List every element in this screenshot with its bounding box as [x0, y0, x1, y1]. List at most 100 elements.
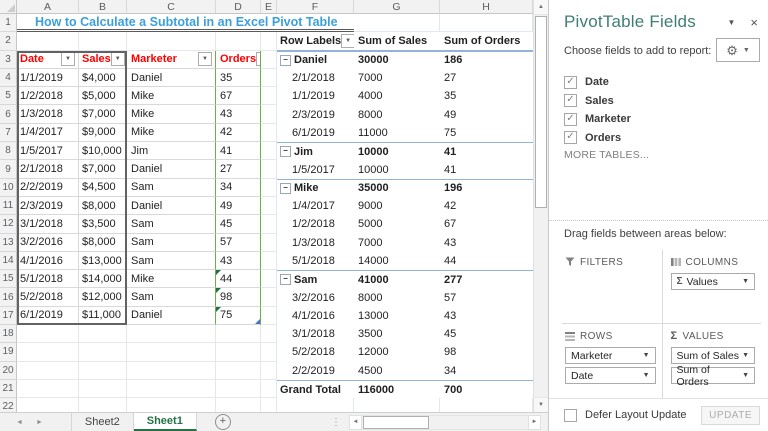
cell-A12[interactable]: 3/1/2018 [17, 215, 79, 234]
area-field-sum-of-orders[interactable]: Sum of Orders ▼ [670, 364, 755, 388]
cell-B15[interactable]: $14,000 [79, 270, 127, 289]
cell-B3[interactable]: Sales ▼ [79, 50, 127, 69]
cell-F17[interactable]: 4/1/2016 [277, 306, 354, 326]
cell-E17[interactable] [261, 306, 277, 326]
col-header-G[interactable]: G [354, 0, 440, 14]
cell-A6[interactable]: 1/3/2018 [17, 105, 79, 124]
cell-A3[interactable]: Date ▼ [17, 50, 79, 69]
cell-C19[interactable] [127, 343, 216, 362]
cell-B2[interactable] [79, 32, 127, 51]
col-header-C[interactable]: C [127, 0, 216, 14]
cell-B16[interactable]: $12,000 [79, 288, 127, 307]
cell-A4[interactable]: 1/1/2019 [17, 68, 79, 88]
cell-D8[interactable]: 41 [216, 142, 261, 161]
cell-D3[interactable]: Orders▼ [216, 50, 261, 69]
cell-D7[interactable]: 42 [216, 123, 261, 143]
chevron-down-icon[interactable]: ▼ [742, 352, 749, 359]
cell-F9[interactable]: 1/5/2017 [277, 160, 354, 179]
cell-G14[interactable]: 14000 [354, 251, 440, 271]
row-header-9[interactable]: 9 [0, 160, 17, 179]
col-header-H[interactable]: H [440, 0, 533, 14]
new-sheet-button[interactable]: + [214, 414, 231, 430]
col-header-B[interactable]: B [79, 0, 127, 14]
cell-H18[interactable]: 45 [440, 325, 533, 344]
cell-B21[interactable] [79, 379, 127, 399]
row-header-17[interactable]: 17 [0, 306, 17, 326]
cell-E7[interactable] [261, 123, 277, 143]
cell-G21[interactable]: 116000 [354, 379, 440, 399]
cell-H5[interactable]: 35 [440, 87, 533, 106]
row-header-1[interactable]: 1 [0, 14, 17, 33]
cell-B11[interactable]: $8,000 [79, 196, 127, 216]
cell-G6[interactable]: 8000 [354, 105, 440, 124]
area-field-marketer[interactable]: Marketer ▼ [565, 347, 656, 364]
cell-A9[interactable]: 2/1/2018 [17, 160, 79, 179]
cell-D4[interactable]: 35 [216, 68, 261, 88]
cell-H8[interactable]: 41 [440, 142, 533, 161]
cell-F16[interactable]: 3/2/2016 [277, 288, 354, 307]
cell-C12[interactable]: Sam [127, 215, 216, 234]
cell-F4[interactable]: 2/1/2018 [277, 68, 354, 88]
cell-B9[interactable]: $7,000 [79, 160, 127, 179]
field-item-date[interactable]: ✓ Date [564, 73, 758, 92]
cell-F14[interactable]: 5/1/2018 [277, 251, 354, 271]
cell-B6[interactable]: $7,000 [79, 105, 127, 124]
cell-G7[interactable]: 11000 [354, 123, 440, 143]
cell-E18[interactable] [261, 325, 277, 344]
cell-A2[interactable] [17, 32, 79, 51]
cell-C3[interactable]: Marketer ▼ [127, 50, 216, 69]
cell-H2[interactable]: Sum of Orders [440, 32, 533, 51]
cell-F15[interactable]: − Sam [277, 270, 354, 289]
filter-dropdown-date[interactable]: ▼ [61, 52, 75, 67]
cell-F12[interactable]: 1/2/2018 [277, 215, 354, 234]
cell-A21[interactable] [17, 379, 79, 399]
cell-F7[interactable]: 6/1/2019 [277, 123, 354, 143]
cell-C8[interactable]: Jim [127, 142, 216, 161]
cell-E2[interactable] [261, 32, 277, 51]
cell-F21[interactable]: Grand Total [277, 379, 354, 399]
col-header-A[interactable]: A [17, 0, 79, 14]
chevron-down-icon[interactable]: ▼ [643, 372, 650, 379]
row-header-20[interactable]: 20 [0, 361, 17, 380]
cell-C2[interactable] [127, 32, 216, 51]
col-header-D[interactable]: D [216, 0, 261, 14]
cell-D14[interactable]: 43 [216, 251, 261, 271]
cell-D18[interactable] [216, 325, 261, 344]
row-header-22[interactable]: 22 [0, 398, 17, 412]
tab-scroll-gripper[interactable]: ⋮ [331, 417, 341, 428]
update-button[interactable]: UPDATE [701, 405, 760, 425]
cell-A7[interactable]: 1/4/2017 [17, 123, 79, 143]
cell-F3[interactable]: − Daniel [277, 50, 354, 69]
cell-D5[interactable]: 67 [216, 87, 261, 106]
cell-E22[interactable] [261, 398, 277, 412]
cell-E19[interactable] [261, 343, 277, 362]
cell-A16[interactable]: 5/2/2018 [17, 288, 79, 307]
cell-C16[interactable]: Sam [127, 288, 216, 307]
cell-B20[interactable] [79, 361, 127, 380]
cell-H14[interactable]: 44 [440, 251, 533, 271]
row-header-5[interactable]: 5 [0, 87, 17, 106]
cell-C10[interactable]: Sam [127, 178, 216, 197]
area-field-date[interactable]: Date ▼ [565, 367, 656, 384]
cell-D15[interactable]: 44 [216, 270, 261, 289]
scroll-left-icon[interactable]: ◄ [349, 414, 362, 430]
cell-F2[interactable]: Row Labels ▼ [277, 32, 354, 51]
horizontal-scroll-track[interactable] [362, 414, 528, 430]
cell-F13[interactable]: 1/3/2018 [277, 233, 354, 252]
tab-nav-right-icon[interactable]: ► [36, 419, 43, 426]
row-header-10[interactable]: 10 [0, 178, 17, 197]
checkbox-orders[interactable]: ✓ [564, 131, 577, 145]
row-header-14[interactable]: 14 [0, 251, 17, 271]
cell-E21[interactable] [261, 379, 277, 399]
cell-A20[interactable] [17, 361, 79, 380]
field-item-orders[interactable]: ✓ Orders [564, 129, 758, 148]
scroll-right-icon[interactable]: ► [528, 414, 541, 430]
cell-C4[interactable]: Daniel [127, 68, 216, 88]
cell-H6[interactable]: 49 [440, 105, 533, 124]
cell-C15[interactable]: Mike [127, 270, 216, 289]
cell-E13[interactable] [261, 233, 277, 252]
cell-A5[interactable]: 1/2/2018 [17, 87, 79, 106]
cell-F18[interactable]: 3/1/2018 [277, 325, 354, 344]
cell-C21[interactable] [127, 379, 216, 399]
field-item-sales[interactable]: ✓ Sales [564, 92, 758, 111]
